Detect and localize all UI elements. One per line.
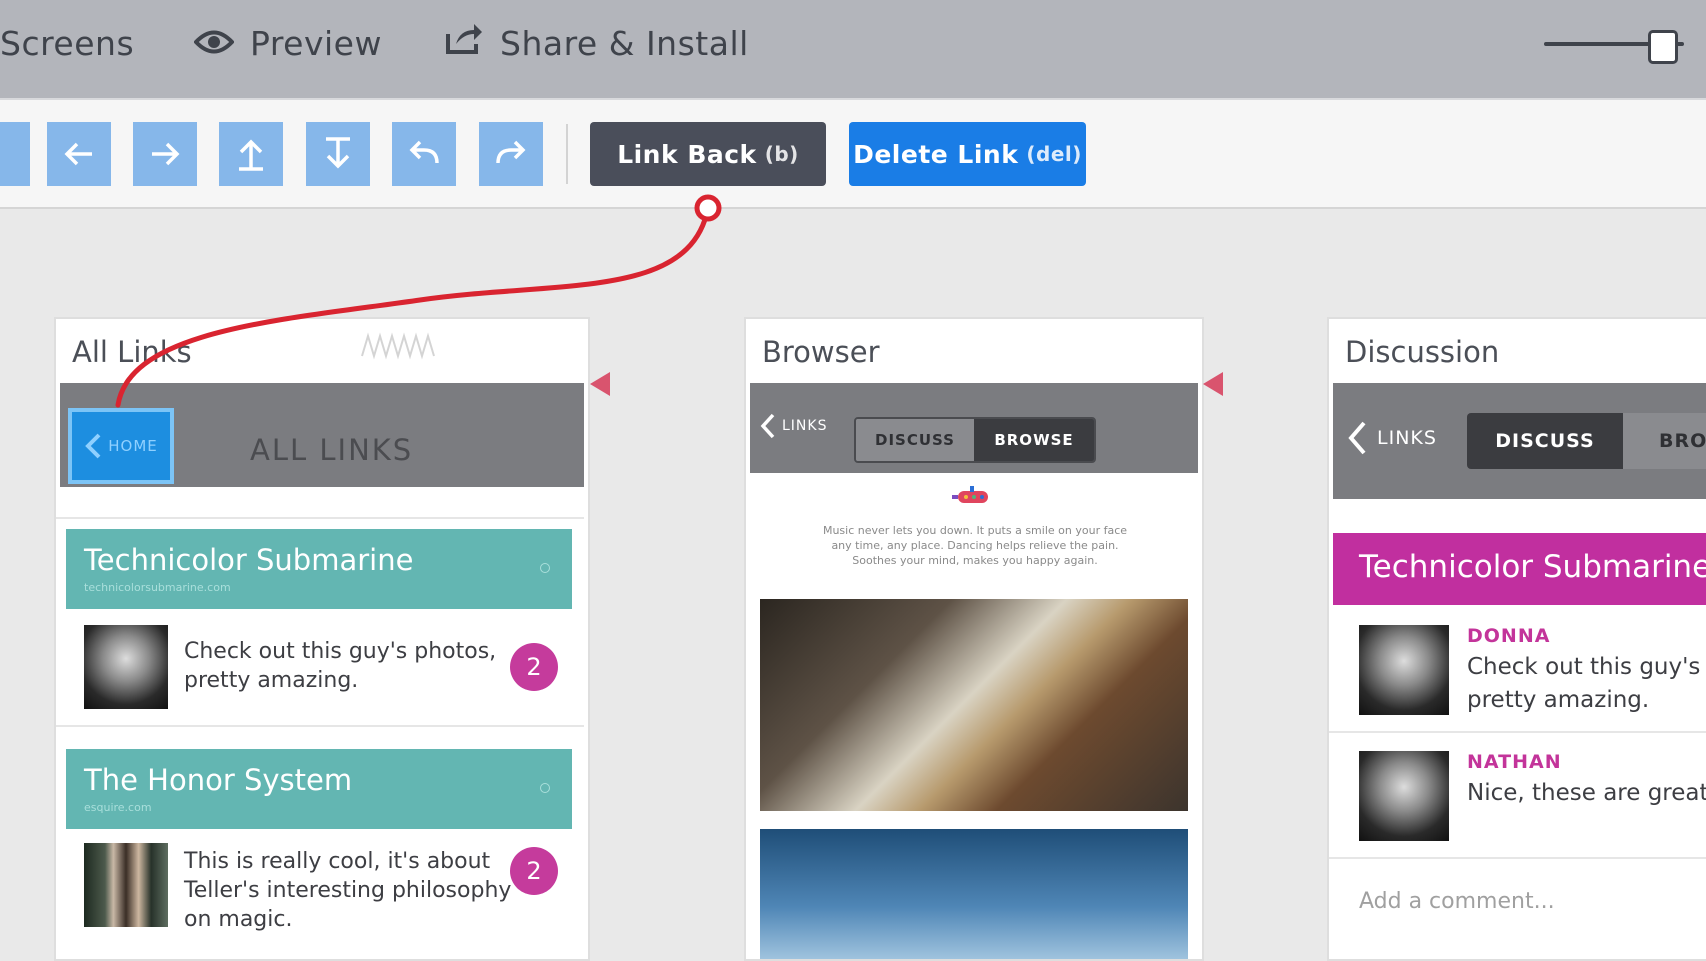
link-comment-line: This is really cool, it's about (184, 849, 491, 874)
screen-title: Browser (762, 335, 880, 369)
link-indicator (540, 563, 550, 573)
redo-icon (496, 140, 526, 164)
arrow-right-button[interactable] (133, 122, 197, 186)
tab-browse[interactable]: BRO (1623, 413, 1706, 469)
chevron-left-icon (85, 433, 101, 459)
back-label: LINKS (1377, 427, 1437, 449)
nav-bar: LINKS DISCUSS BROWSE (750, 383, 1198, 473)
screen-all-links[interactable]: All Links HOME ALL LINKS Technicolor Sub… (54, 317, 590, 961)
arrow-left-icon (64, 142, 92, 166)
divider (1329, 857, 1706, 859)
divider (56, 725, 584, 727)
comment-line: Check out this guy's ph (1467, 654, 1706, 680)
link-card[interactable]: The Honor System esquire.com (66, 749, 572, 829)
nav-bar: HOME ALL LINKS (60, 383, 584, 487)
links-back-button[interactable]: LINKS (760, 413, 827, 439)
site-blurb: Music never lets you down. It puts a smi… (820, 523, 1130, 568)
comment-text: Nice, these are great. (1467, 780, 1706, 806)
comment-count-badge: 2 (510, 847, 558, 895)
link-site: technicolorsubmarine.com (84, 581, 231, 594)
arrow-down-icon (326, 137, 350, 169)
guitar-photo (760, 599, 1188, 811)
links-back-button[interactable]: LINKS (1347, 421, 1437, 455)
chevron-left-icon (760, 413, 775, 439)
avatar (1359, 625, 1449, 715)
back-label: LINKS (782, 418, 828, 434)
share-icon (444, 22, 484, 64)
nav-share-install-label: Share & Install (500, 23, 749, 63)
home-label: HOME (108, 437, 158, 455)
link-target-flag[interactable] (1203, 372, 1223, 396)
blurb-line: Soothes your mind, makes you happy again… (852, 554, 1098, 567)
view-toggle: DISCUSS BRO (1467, 413, 1706, 469)
arrow-right-icon (152, 142, 180, 166)
avatar (1359, 751, 1449, 841)
add-comment-input[interactable]: Add a comment... (1359, 889, 1555, 914)
screen-discussion[interactable]: Discussion LINKS DISCUSS BRO Technicolor… (1327, 317, 1706, 961)
link-back-label: Link Back (617, 139, 757, 169)
link-site: esquire.com (84, 801, 152, 814)
blurb-line: any time, any place. Dancing helps relie… (831, 539, 1119, 552)
comment-count-badge: 2 (510, 643, 558, 691)
link-indicator (540, 783, 550, 793)
delete-link-label: Delete Link (853, 139, 1019, 169)
link-back-shortcut: (b) (764, 142, 799, 166)
divider (1329, 731, 1706, 733)
commenter-name: DONNA (1467, 625, 1551, 647)
tab-browse[interactable]: BROWSE (974, 419, 1094, 461)
arrow-up-button[interactable] (219, 122, 283, 186)
toolbar-partial-button[interactable] (0, 122, 30, 186)
arrow-left-button[interactable] (47, 122, 111, 186)
toolbar-divider (566, 124, 568, 184)
submarine-icon (952, 486, 988, 503)
link-comment-line: on magic. (184, 907, 293, 932)
link-back-button[interactable]: Link Back (b) (590, 122, 826, 186)
arrow-down-button[interactable] (306, 122, 370, 186)
eye-icon (193, 24, 235, 63)
view-toggle: DISCUSS BROWSE (854, 417, 1096, 463)
link-card[interactable]: Technicolor Submarine technicolorsubmari… (66, 529, 572, 609)
screen-title: All Links (72, 335, 192, 369)
comment-text: Check out this guy's ph pretty amazing. (1467, 651, 1706, 717)
link-card[interactable]: Technicolor Submarine (1333, 533, 1706, 605)
blurb-line: Music never lets you down. It puts a smi… (822, 524, 1128, 537)
link-comment-line: pretty amazing. (184, 668, 359, 693)
divider (56, 517, 584, 519)
tab-discuss[interactable]: DISCUSS (856, 419, 974, 461)
link-comment-line: Teller's interesting philosophy (184, 878, 512, 903)
nav-title: ALL LINKS (250, 433, 414, 467)
nav-screens-label: Screens (0, 23, 135, 63)
link-comment: Check out this guy's photos, pretty amaz… (184, 637, 496, 695)
nav-bar: LINKS DISCUSS BRO (1333, 383, 1706, 499)
delete-link-button[interactable]: Delete Link (del) (849, 122, 1086, 186)
zoom-slider-handle[interactable] (1648, 30, 1678, 64)
link-target-flag[interactable] (590, 372, 610, 396)
avatar (84, 625, 168, 709)
screen-browser[interactable]: Browser LINKS DISCUSS BROWSE Music never… (744, 317, 1204, 961)
undo-icon (409, 140, 439, 164)
redo-button[interactable] (479, 122, 543, 186)
delete-link-shortcut: (del) (1026, 142, 1082, 166)
nav-preview[interactable]: Preview (193, 20, 382, 66)
chevron-left-icon (1348, 421, 1366, 455)
link-title: Technicolor Submarine (84, 543, 414, 577)
nav-screens[interactable]: Screens (0, 20, 134, 66)
sky-photo (760, 829, 1188, 959)
nav-share-install[interactable]: Share & Install (444, 20, 749, 66)
top-bar: Screens Preview Share & Install (0, 0, 1706, 100)
tab-discuss[interactable]: DISCUSS (1467, 413, 1623, 469)
commenter-name: NATHAN (1467, 751, 1562, 773)
undo-button[interactable] (392, 122, 456, 186)
screen-title: Discussion (1345, 335, 1500, 369)
link-toolbar: Link Back (b) Delete Link (del) (0, 100, 1706, 209)
nav-preview-label: Preview (250, 23, 382, 63)
arrow-up-icon (239, 139, 263, 171)
link-comment: This is really cool, it's about Teller's… (184, 847, 511, 934)
comment-line: pretty amazing. (1467, 687, 1650, 713)
link-title: Technicolor Submarine (1359, 549, 1706, 585)
avatar (84, 843, 168, 927)
home-back-button[interactable]: HOME (68, 408, 174, 484)
link-comment-line: Check out this guy's photos, (184, 639, 497, 664)
link-title: The Honor System (84, 763, 353, 797)
